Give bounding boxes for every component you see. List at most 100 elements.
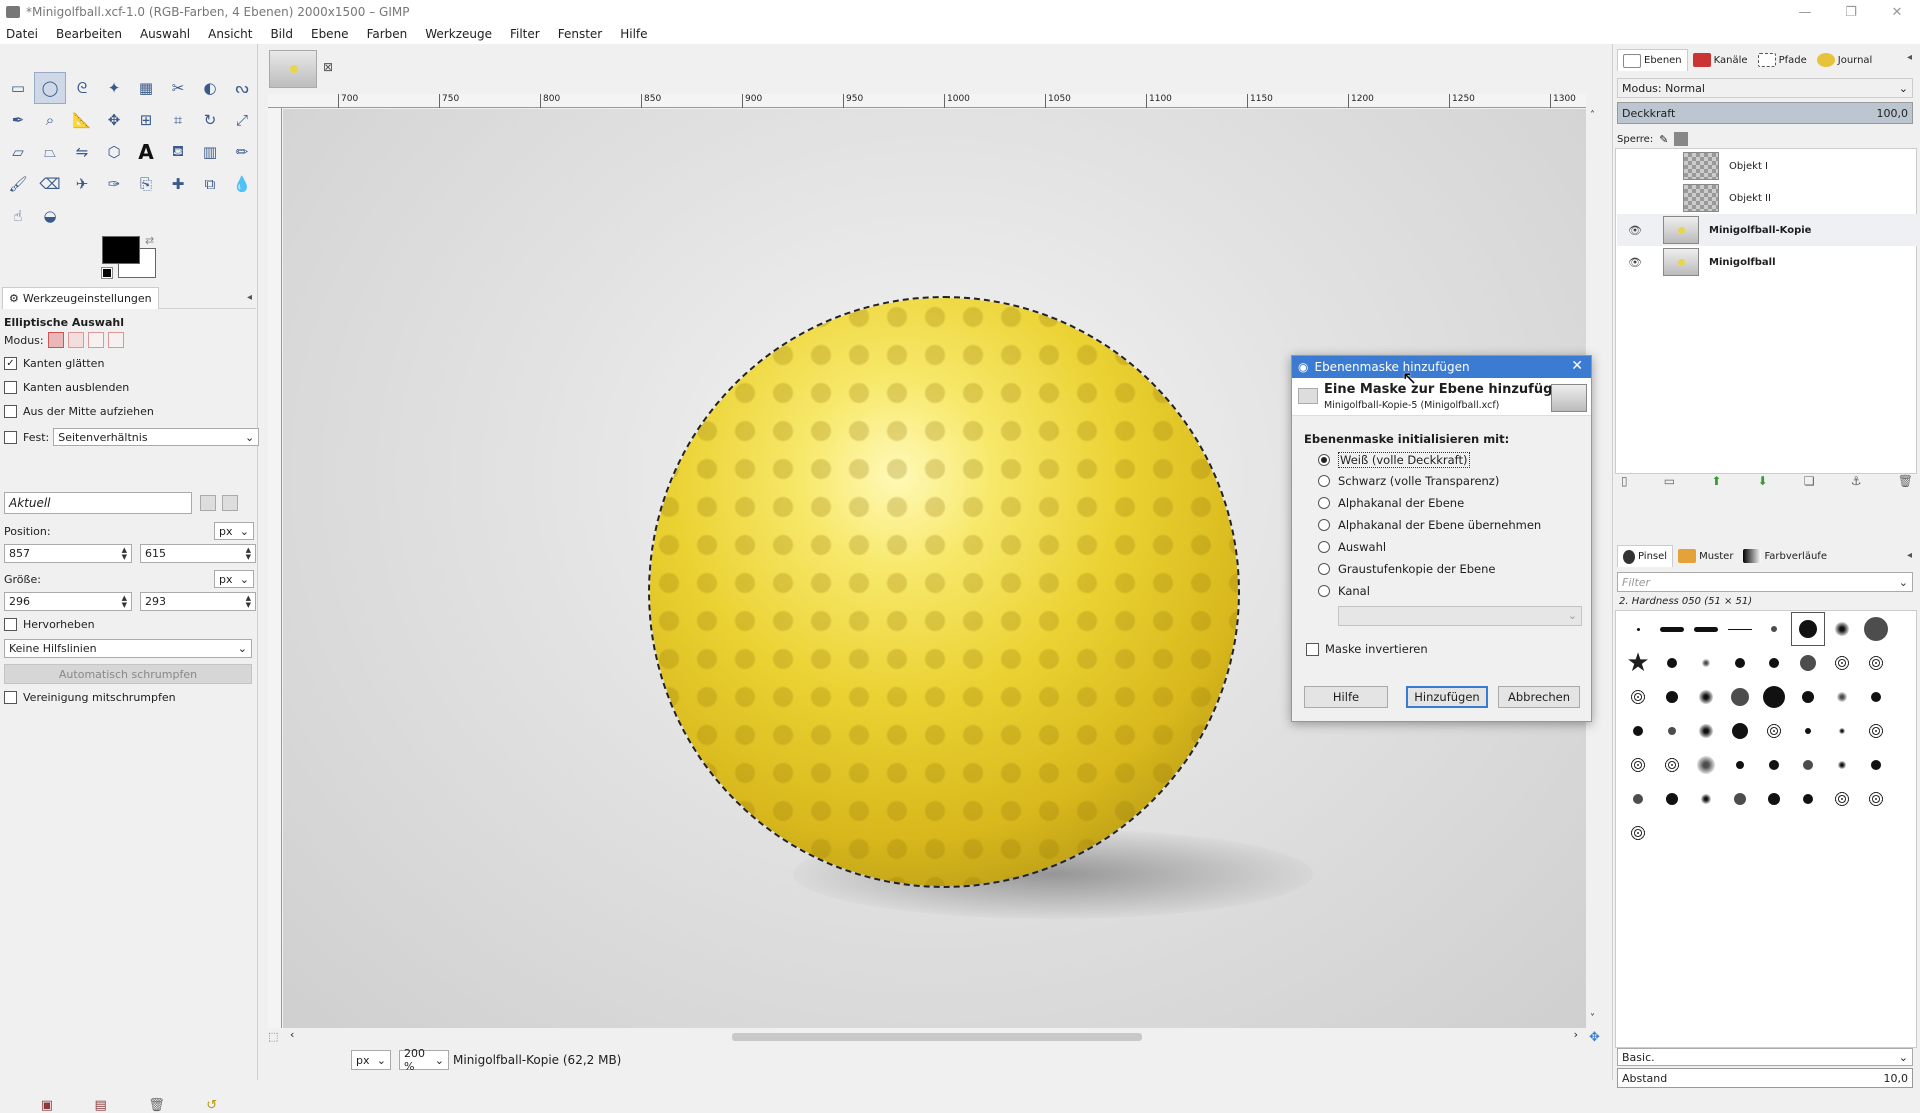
text-icon[interactable]: A <box>130 136 162 168</box>
opacity-slider[interactable]: Deckkraft 100,0 <box>1617 102 1913 124</box>
spinner-icon[interactable]: ▲ ▼ <box>122 546 127 561</box>
layer-row-active[interactable]: 👁 Minigolfball-Kopie <box>1617 214 1917 246</box>
color-picker-icon[interactable]: ✒ <box>2 104 34 136</box>
option-grayscale[interactable]: Graustufenkopie der Ebene <box>1318 562 1495 576</box>
brush-preview[interactable] <box>1791 680 1825 714</box>
cancel-button[interactable]: Abbrechen <box>1498 686 1580 708</box>
layer-row[interactable]: 👁 Minigolfball <box>1617 246 1917 278</box>
minimize-button[interactable]: — <box>1782 0 1828 24</box>
dodge-burn-icon[interactable]: ◒ <box>34 200 66 232</box>
dialog-titlebar[interactable]: ◉ Ebenenmaske hinzufügen ✕ <box>1292 356 1591 378</box>
brush-preview[interactable] <box>1757 680 1791 714</box>
crop-icon[interactable]: ⌗ <box>162 104 194 136</box>
foreground-color-swatch[interactable] <box>102 236 140 264</box>
menu-filter[interactable]: Filter <box>508 27 542 41</box>
brush-preview[interactable] <box>1825 612 1859 646</box>
lock-alpha-icon[interactable] <box>1674 132 1689 146</box>
expand-center-checkbox[interactable] <box>4 405 17 418</box>
restore-options-icon[interactable]: ▤ <box>95 1098 107 1113</box>
option-selection[interactable]: Auswahl <box>1318 540 1386 554</box>
fixed-checkbox[interactable] <box>4 430 17 444</box>
brush-preview[interactable] <box>1621 680 1655 714</box>
clone-icon[interactable]: ⎘ <box>130 168 162 200</box>
brush-preview[interactable] <box>1757 646 1791 680</box>
close-icon[interactable]: ⊠ <box>323 60 333 74</box>
close-icon[interactable]: ✕ <box>1571 358 1583 374</box>
fuzzy-select-icon[interactable]: ✦ <box>98 72 130 104</box>
brush-preview[interactable] <box>1655 612 1689 646</box>
menu-fenster[interactable]: Fenster <box>556 27 605 41</box>
configure-tab-icon[interactable]: ◂ <box>1907 52 1912 63</box>
shear-icon[interactable]: ▱ <box>2 136 34 168</box>
brush-preview[interactable] <box>1757 782 1791 816</box>
radio-grayscale[interactable] <box>1318 563 1330 575</box>
brush-preview[interactable] <box>1689 782 1723 816</box>
aspect-entry[interactable]: Aktuell <box>4 492 192 514</box>
brush-preview[interactable] <box>1655 782 1689 816</box>
lock-pixels-icon[interactable]: ✎ <box>1659 133 1668 146</box>
blur-icon[interactable]: 💧 <box>226 168 258 200</box>
menu-bearbeiten[interactable]: Bearbeiten <box>54 27 124 41</box>
delete-options-icon[interactable]: 🗑 <box>148 1098 165 1113</box>
anchor-layer-icon[interactable]: ⚓ <box>1851 474 1862 488</box>
brush-preview[interactable] <box>1723 782 1757 816</box>
navigate-icon[interactable]: ✥ <box>1589 1030 1600 1045</box>
brush-preview[interactable] <box>1723 646 1757 680</box>
mode-intersect-button[interactable] <box>107 332 124 348</box>
radio-black[interactable] <box>1318 475 1330 487</box>
eye-icon[interactable]: 👁 <box>1625 224 1645 237</box>
foreground-select-icon[interactable]: ◐ <box>194 72 226 104</box>
menu-auswahl[interactable]: Auswahl <box>138 27 192 41</box>
menu-bild[interactable]: Bild <box>268 27 295 41</box>
add-button[interactable]: Hinzufügen <box>1406 686 1488 708</box>
antialias-checkbox[interactable]: ✓ <box>4 357 17 370</box>
save-options-icon[interactable]: ▣ <box>41 1098 53 1113</box>
brush-preview[interactable] <box>1655 646 1689 680</box>
option-transfer-alpha[interactable]: Alphakanal der Ebene übernehmen <box>1318 518 1541 532</box>
brush-preview[interactable] <box>1859 714 1893 748</box>
align-icon[interactable]: ⊞ <box>130 104 162 136</box>
brush-preview[interactable] <box>1859 680 1893 714</box>
brush-preview[interactable] <box>1859 748 1893 782</box>
option-black[interactable]: Schwarz (volle Transparenz) <box>1318 474 1499 488</box>
option-white[interactable]: Weiß (volle Deckkraft) <box>1318 452 1470 468</box>
brush-preview[interactable] <box>1757 612 1791 646</box>
horizontal-ruler[interactable]: 700 750 800 850 900 950 1000 1050 1100 1150 1200 12… <box>268 94 1586 108</box>
landscape-icon[interactable] <box>222 495 238 511</box>
feather-checkbox[interactable] <box>4 381 17 394</box>
spinner-icon[interactable]: ▲ ▼ <box>246 594 251 609</box>
brush-preview[interactable] <box>1859 646 1893 680</box>
quick-mask-icon[interactable]: ⬚ <box>268 1030 278 1043</box>
smudge-icon[interactable]: ☝ <box>2 200 34 232</box>
menu-datei[interactable]: Datei <box>4 27 40 41</box>
heal-icon[interactable]: ✚ <box>162 168 194 200</box>
brush-filter-input[interactable]: Filter ⌄ <box>1617 572 1913 592</box>
mode-add-button[interactable] <box>67 332 84 348</box>
brush-preview[interactable] <box>1621 782 1655 816</box>
shrink-merged-checkbox[interactable] <box>4 691 17 704</box>
rotate-icon[interactable]: ↻ <box>194 104 226 136</box>
rect-select-icon[interactable]: ▭ <box>2 72 34 104</box>
eraser-icon[interactable]: ⌫ <box>34 168 66 200</box>
scroll-down-icon[interactable]: ˅ <box>1590 1013 1595 1024</box>
layer-mode-combo[interactable]: Modus: Normal ⌄ <box>1617 78 1913 98</box>
new-layer-group-icon[interactable]: ▯ <box>1621 474 1628 488</box>
brush-preview[interactable] <box>1791 612 1825 646</box>
eye-icon[interactable]: 👁 <box>1625 256 1645 269</box>
brush-preview[interactable] <box>1621 714 1655 748</box>
vertical-ruler[interactable] <box>268 108 282 1028</box>
guides-combo[interactable]: Keine Hilfslinien ⌄ <box>4 639 252 658</box>
scissors-icon[interactable]: ✂ <box>162 72 194 104</box>
size-height-input[interactable]: 293 ▲ ▼ <box>140 592 256 611</box>
brush-preview[interactable] <box>1655 680 1689 714</box>
brush-preview[interactable] <box>1655 748 1689 782</box>
delete-layer-icon[interactable]: 🗑 <box>1898 474 1913 488</box>
brush-preview[interactable] <box>1689 748 1723 782</box>
brush-preview[interactable] <box>1825 748 1859 782</box>
tab-paths[interactable]: Pfade <box>1753 49 1812 71</box>
auto-shrink-button[interactable]: Automatisch schrumpfen <box>4 664 252 684</box>
invert-mask-checkbox[interactable] <box>1306 642 1319 656</box>
close-window-button[interactable]: ✕ <box>1874 0 1920 24</box>
cage-icon[interactable]: ⬡ <box>98 136 130 168</box>
brush-preview[interactable] <box>1791 748 1825 782</box>
